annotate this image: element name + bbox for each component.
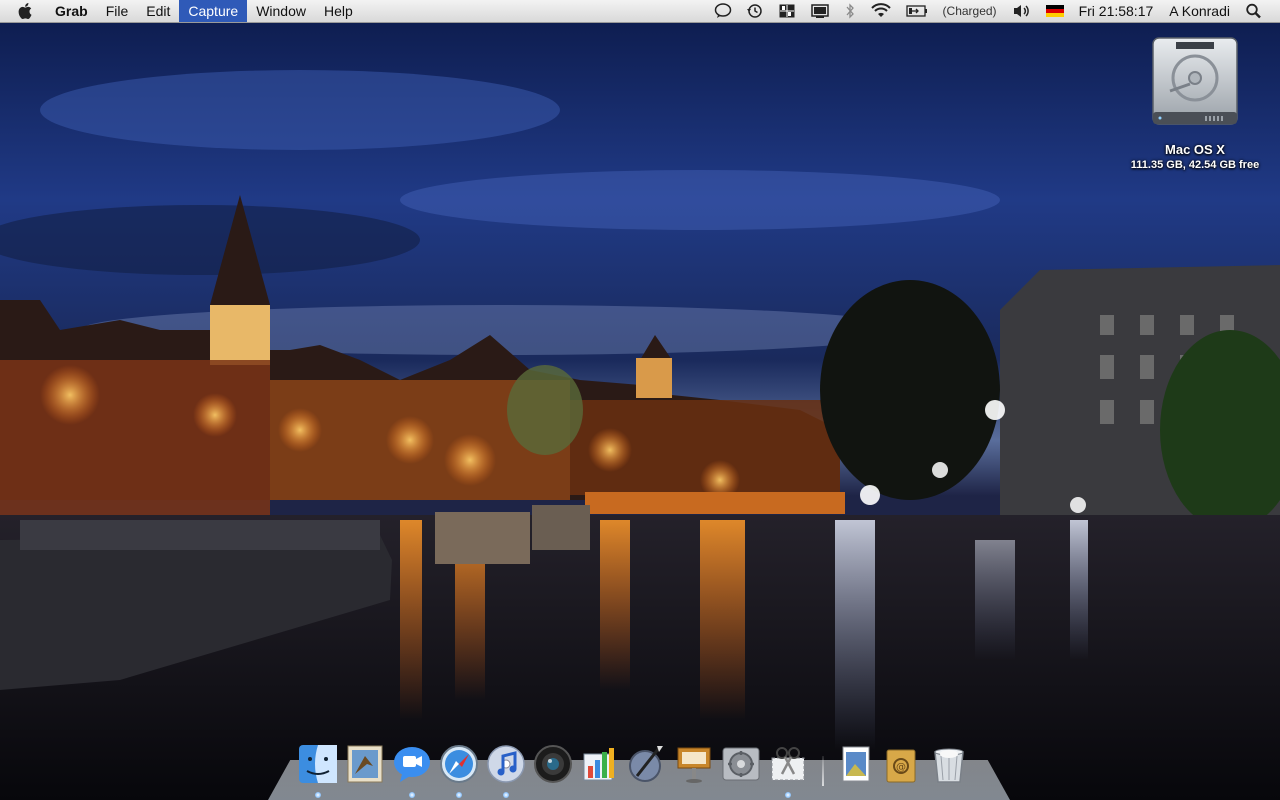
apple-menu-icon[interactable]	[0, 0, 46, 22]
menu-capture[interactable]: Capture	[179, 0, 248, 22]
running-indicator	[456, 792, 462, 798]
itunes-icon[interactable]	[484, 742, 528, 798]
dock-separator	[813, 742, 833, 786]
battery-icon[interactable]	[899, 0, 935, 22]
script-editor-icon[interactable]	[625, 742, 669, 786]
time-machine-icon[interactable]	[739, 0, 771, 22]
bluetooth-icon[interactable]	[837, 0, 863, 22]
running-indicator	[503, 792, 509, 798]
user-menu[interactable]: A Konradi	[1161, 0, 1238, 22]
mail-icon[interactable]	[343, 742, 387, 786]
drive-info: 111.35 GB, 42.54 GB free	[1130, 159, 1260, 171]
drive-name: Mac OS X	[1165, 142, 1225, 157]
menu-help[interactable]: Help	[315, 0, 362, 22]
menu-window[interactable]: Window	[247, 0, 315, 22]
system-preferences-icon[interactable]	[719, 742, 763, 786]
menu-clock[interactable]: Fri 21:58:17	[1071, 0, 1162, 22]
finder-icon[interactable]	[296, 742, 340, 798]
grab-icon[interactable]	[766, 742, 810, 798]
battery-status-text: (Charged)	[942, 4, 997, 18]
documents-stack-icon[interactable]	[833, 742, 877, 786]
spaces-icon[interactable]	[771, 0, 803, 22]
numbers-icon[interactable]	[578, 742, 622, 786]
running-indicator	[785, 792, 791, 798]
desktop-wallpaper	[0, 0, 1280, 800]
applications-stack-icon[interactable]: @	[880, 742, 924, 786]
photo-booth-icon[interactable]	[531, 742, 575, 786]
dock: @	[296, 738, 974, 798]
keynote-icon[interactable]	[672, 742, 716, 786]
app-menu-grab[interactable]: Grab	[46, 0, 97, 22]
desktop-drive-icon[interactable]: Mac OS X 111.35 GB, 42.54 GB free	[1120, 36, 1270, 171]
spotlight-icon[interactable]	[1238, 0, 1270, 22]
running-indicator	[409, 792, 415, 798]
menu-file[interactable]: File	[97, 0, 138, 22]
trash-icon[interactable]	[927, 742, 971, 786]
hard-drive-icon[interactable]	[1150, 36, 1240, 128]
volume-icon[interactable]	[1005, 0, 1039, 22]
wifi-icon[interactable]	[863, 0, 899, 22]
menu-bar: Grab File Edit Capture Window Help (Char…	[0, 0, 1280, 23]
display-mirror-icon[interactable]	[803, 0, 837, 22]
running-indicator	[315, 792, 321, 798]
german-flag-input-icon[interactable]	[1039, 0, 1071, 22]
menu-edit[interactable]: Edit	[137, 0, 179, 22]
ichat-icon[interactable]	[390, 742, 434, 798]
safari-icon[interactable]	[437, 742, 481, 798]
ichat-status-icon[interactable]	[707, 0, 739, 22]
svg-text:@: @	[896, 762, 906, 773]
